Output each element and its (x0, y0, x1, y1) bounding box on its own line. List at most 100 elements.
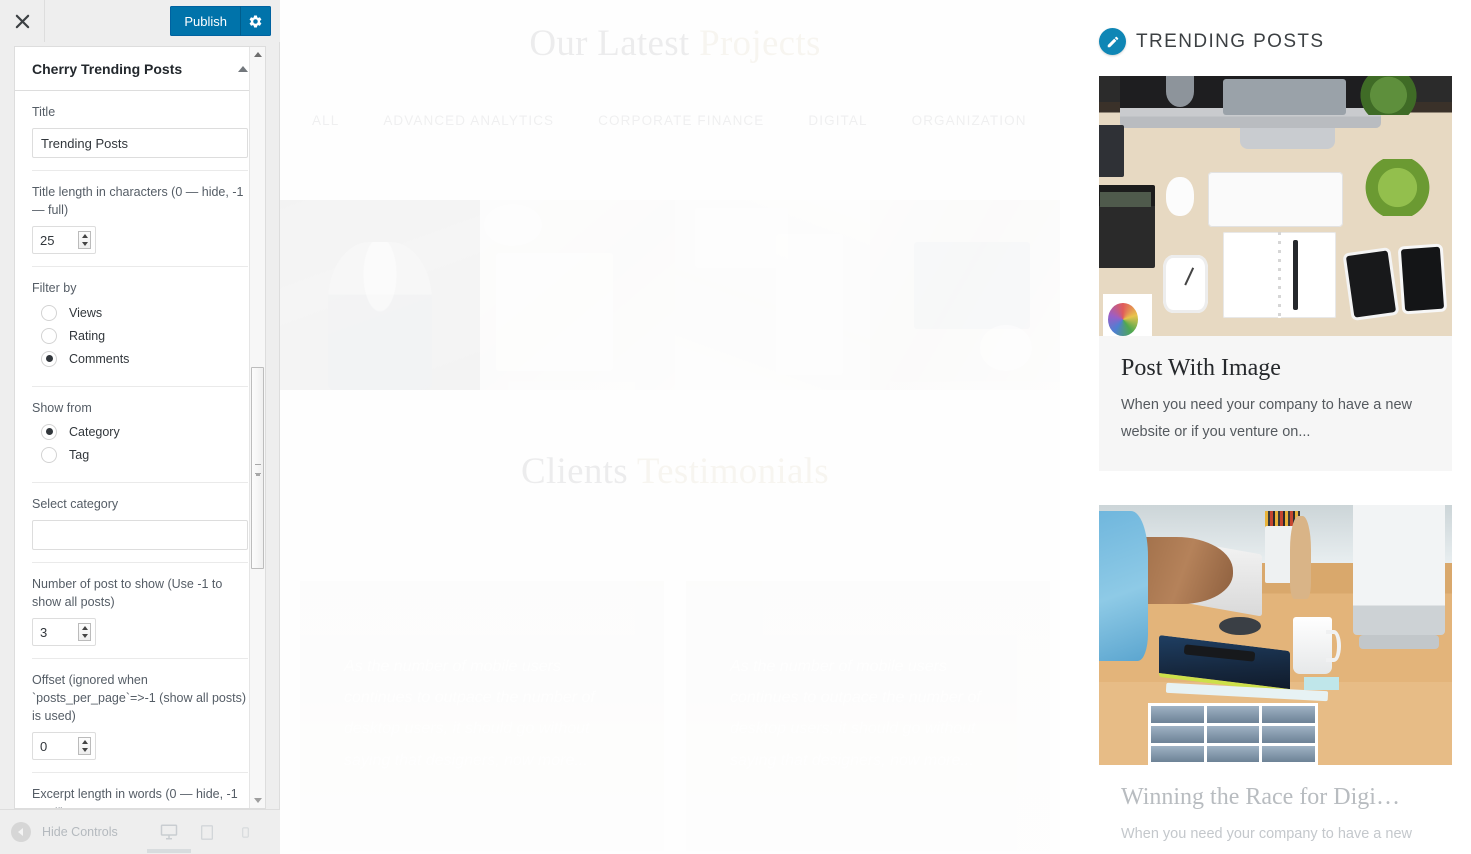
site-preview-frame: Our Latest Projects ALL ADVANCED ANALYTIC… (280, 0, 1471, 854)
portfolio-item[interactable] (675, 200, 870, 390)
filter-all[interactable]: ALL (312, 113, 339, 128)
caret-up-icon[interactable] (238, 66, 248, 72)
gear-icon[interactable] (241, 6, 271, 36)
hide-controls-button[interactable]: Hide Controls (11, 822, 118, 842)
testimonials-section: Clients Testimonials As the number of mo… (280, 450, 1070, 851)
customizer-scroll-pane: Cherry Trending Posts Title Title length… (14, 46, 266, 809)
filter-digital[interactable]: DIGITAL (808, 113, 867, 128)
radio-show-from-category[interactable]: Category (41, 423, 248, 440)
projects-heading-accent: Projects (699, 23, 821, 64)
scroll-up-icon[interactable] (250, 47, 265, 62)
desk-overhead-photo (1099, 76, 1452, 336)
radio-filter-rating[interactable]: Rating (41, 327, 248, 344)
customizer-panel: Publish Cherry Trending Posts Title Tren… (0, 0, 280, 854)
portfolio-photo (495, 253, 613, 371)
projects-heading-primary: Our Latest (529, 23, 700, 64)
hide-controls-label: Hide Controls (42, 825, 118, 839)
radio-label: Comments (69, 351, 130, 366)
scroll-down-icon[interactable] (250, 793, 265, 808)
title-length-spinner[interactable] (78, 231, 91, 250)
radio-icon-selected[interactable] (41, 423, 57, 440)
portfolio-photo (483, 203, 543, 246)
portfolio-photo (328, 241, 432, 390)
mobile-icon[interactable] (226, 810, 264, 854)
customizer-header: Publish (0, 0, 280, 42)
testimonial-card: As the number of mobile users continues … (300, 581, 664, 851)
control-show-from: Show from Category Tag (32, 387, 248, 483)
trending-post-item[interactable]: Post With Image When you need your compa… (1099, 76, 1452, 472)
post-thumbnail[interactable] (1099, 505, 1452, 766)
projects-filter-nav[interactable]: ALL ADVANCED ANALYTICS CORPORATE FINANCE DI… (280, 105, 1471, 137)
radio-label: Tag (69, 447, 90, 462)
chevron-left-icon (11, 822, 31, 842)
portfolio-item[interactable] (480, 200, 675, 390)
offset-stepper[interactable] (32, 732, 96, 761)
control-filter-by-label: Filter by (32, 281, 77, 296)
section-title-text: Cherry Trending Posts (32, 61, 183, 77)
control-show-from-label: Show from (32, 400, 92, 415)
radio-filter-views[interactable]: Views (41, 304, 248, 321)
post-excerpt: When you need your company to have a new… (1121, 396, 1412, 440)
portfolio-item[interactable] (280, 200, 480, 390)
portfolio-item[interactable] (870, 200, 1070, 390)
radio-icon[interactable] (41, 446, 57, 463)
widget-title: TRENDING POSTS (1136, 30, 1325, 52)
control-excerpt-length-label: Excerpt length in words (0 — hide, -1 — … (32, 787, 238, 808)
customizer-footer: Hide Controls (0, 809, 280, 854)
panel-scrollbar[interactable] (249, 47, 265, 808)
control-number-of-post-label: Number of post to show (Use -1 to show a… (32, 576, 223, 609)
control-title-label: Title (32, 105, 56, 119)
radio-icon-selected[interactable] (41, 350, 57, 367)
portfolio-photo (980, 325, 1032, 371)
radio-filter-comments[interactable]: Comments (41, 350, 248, 367)
radio-show-from-tag[interactable]: Tag (41, 446, 248, 463)
radio-icon[interactable] (41, 304, 57, 321)
filter-organization[interactable]: ORGANIZATION (912, 113, 1027, 128)
control-excerpt-length: Excerpt length in words (0 — hide, -1 — … (32, 773, 248, 808)
post-body: Winning the Race for Digi… When you need… (1099, 765, 1452, 854)
number-of-post-stepper[interactable] (32, 618, 96, 646)
portfolio-photo (776, 234, 843, 375)
control-offset: Offset (ignored when `posts_per_page`=>-… (32, 659, 248, 774)
radio-label: Views (69, 305, 103, 320)
trending-post-item[interactable]: Winning the Race for Digi… When you need… (1099, 505, 1452, 854)
control-select-category: Select category (32, 483, 248, 563)
section-header-cherry-trending-posts[interactable]: Cherry Trending Posts (15, 47, 265, 91)
portfolio-photo (914, 242, 1030, 329)
radio-label: Category (69, 424, 120, 439)
testimonials-heading: Clients Testimonials (280, 450, 1070, 493)
post-excerpt: When you need your company to have a new… (1121, 826, 1412, 854)
tablet-icon[interactable] (188, 810, 226, 854)
scrollbar-thumb[interactable] (251, 367, 264, 569)
portfolio-photo (694, 207, 789, 269)
pencil-edit-icon[interactable] (1099, 28, 1126, 55)
testimonial-text: As the number of mobile users continues … (344, 658, 595, 769)
projects-section: Our Latest Projects ALL ADVANCED ANALYTIC… (280, 0, 1471, 137)
control-select-category-label: Select category (32, 496, 119, 511)
title-input[interactable] (32, 128, 248, 159)
post-body: Post With Image When you need your compa… (1099, 336, 1452, 471)
device-preview-buttons (147, 810, 280, 854)
select-category-input[interactable] (32, 519, 248, 550)
control-list: Title Title length in characters (0 — hi… (15, 91, 265, 808)
publish-button[interactable]: Publish (170, 6, 241, 36)
number-of-post-spinner[interactable] (78, 623, 91, 641)
filter-advanced-analytics[interactable]: ADVANCED ANALYTICS (383, 113, 554, 128)
post-title[interactable]: Winning the Race for Digi… (1121, 783, 1430, 812)
widget-header: TRENDING POSTS (1099, 28, 1452, 55)
person-typing-photo (1099, 505, 1452, 766)
testimonial-card: As the number of mobile users continues … (686, 581, 1050, 851)
control-number-of-post: Number of post to show (Use -1 to show a… (32, 563, 248, 659)
close-icon[interactable] (0, 0, 45, 42)
filter-corporate-finance[interactable]: CORPORATE FINANCE (598, 113, 764, 128)
radio-label: Rating (69, 328, 106, 343)
offset-spinner[interactable] (78, 737, 91, 756)
post-title[interactable]: Post With Image (1121, 354, 1430, 383)
testimonial-card-list: As the number of mobile users continues … (280, 581, 1070, 851)
desktop-icon[interactable] (147, 810, 191, 854)
post-thumbnail[interactable] (1099, 76, 1452, 336)
site-content-column: Our Latest Projects ALL ADVANCED ANALYTIC… (280, 0, 1471, 854)
radio-icon[interactable] (41, 327, 57, 344)
title-length-stepper[interactable] (32, 226, 96, 255)
testimonials-heading-accent: Testimonials (636, 451, 829, 492)
